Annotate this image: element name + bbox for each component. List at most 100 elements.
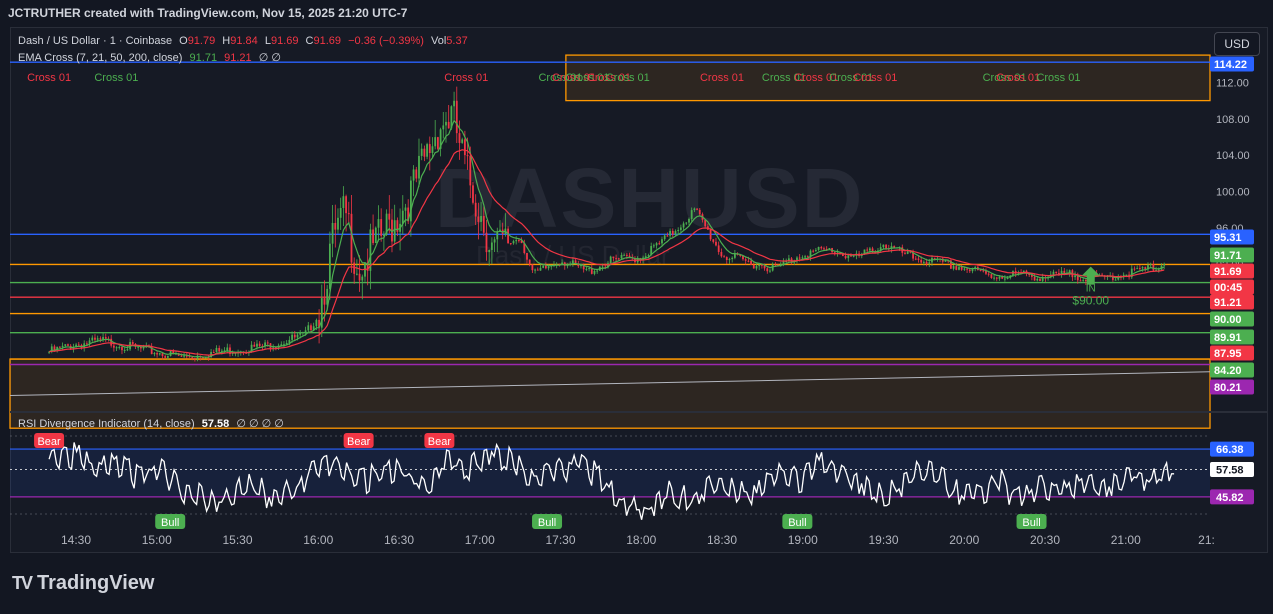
candle-body (404, 207, 407, 211)
candle-body (218, 347, 221, 352)
tradingview-logo-icon: TV (12, 573, 33, 593)
price-label: 114.22 (1214, 59, 1247, 71)
candle-body (596, 270, 599, 272)
candle-body (920, 259, 923, 263)
candle-body (131, 342, 134, 344)
candle-body (752, 264, 755, 269)
candle-body (536, 269, 539, 271)
candle-body (979, 269, 982, 271)
ema-fast-line (48, 119, 1165, 358)
candle-body (212, 352, 215, 354)
candle-body (388, 213, 391, 220)
candle-body (585, 268, 588, 270)
candle-body (866, 249, 869, 251)
candle-body (925, 261, 928, 264)
entry-price-label: $90.00 (1072, 294, 1109, 308)
ema-other-values: ∅ ∅ (258, 52, 281, 64)
candle-body (307, 325, 310, 331)
low-value: 91.69 (270, 35, 299, 47)
candle-body (112, 345, 115, 348)
candle-body (804, 256, 806, 258)
candle-body (966, 268, 968, 270)
rsi-title: RSI Divergence Indicator (14, close) (18, 418, 195, 430)
candle-body (914, 258, 917, 260)
candle-body (755, 266, 758, 269)
x-tick-label: 18:30 (707, 533, 737, 547)
rsi-value: 57.58 (201, 418, 230, 430)
candle-body (96, 338, 99, 340)
tradingview-footer: TV TradingView (12, 572, 154, 595)
candle-body (1055, 271, 1058, 273)
candle-body (1079, 280, 1082, 282)
candle-body (331, 222, 334, 244)
candle-body (420, 148, 423, 156)
cross-label: Cross 01 (996, 72, 1040, 84)
change-value: −0.36 (−0.39%) (348, 35, 424, 47)
candle-body (885, 244, 887, 249)
candle-body (85, 343, 88, 345)
candle-body (374, 227, 377, 244)
candle-body (1036, 278, 1039, 281)
candle-body (526, 253, 528, 260)
candle-body (485, 232, 488, 253)
chart-canvas[interactable]: Cross 01 Cross 01 Cross 01 Cross 01Cross 01… (0, 0, 1273, 614)
y-tick-label: 108.00 (1216, 114, 1250, 126)
candle-body (1033, 276, 1036, 281)
candle-body (164, 356, 167, 358)
candle-body (685, 222, 688, 224)
y-tick-label: 112.00 (1216, 77, 1249, 89)
candle-body (539, 267, 542, 271)
candle-body (380, 219, 383, 236)
cross-label: Cross 01 (700, 72, 744, 84)
candle-body (625, 254, 628, 256)
candle-body (434, 137, 437, 147)
candles (48, 86, 1166, 362)
candle-body (528, 259, 531, 265)
candle-body (655, 243, 658, 246)
candle-body (77, 344, 80, 346)
candle-body (1141, 267, 1144, 269)
candle-body (971, 269, 974, 272)
candle-body (690, 210, 693, 219)
currency-button[interactable]: USD (1214, 32, 1260, 56)
cross-label: Cross 01 (1036, 72, 1080, 84)
candle-body (985, 271, 987, 274)
candle-body (1074, 275, 1076, 278)
candle-body (733, 253, 736, 258)
candle-body (993, 277, 995, 279)
candle-body (509, 243, 512, 245)
candle-body (458, 133, 461, 143)
candle-body (493, 239, 496, 243)
candle-body (1138, 268, 1141, 270)
candle-body (847, 255, 850, 259)
candle-body (922, 261, 925, 263)
candle-body (482, 216, 485, 233)
open-value: 91.79 (187, 35, 216, 47)
candle-body (671, 230, 674, 235)
candle-body (337, 217, 339, 230)
candle-body (323, 298, 326, 305)
candle-body (698, 209, 701, 215)
candle-body (191, 357, 194, 359)
rsi-signal-label: Bear (428, 436, 452, 448)
candle-body (677, 229, 680, 232)
x-tick-label: 21:00 (1111, 533, 1141, 547)
candle-body (612, 256, 615, 259)
candle-body (123, 349, 126, 351)
candle-body (428, 144, 431, 154)
candle-body (301, 331, 304, 333)
candle-body (531, 264, 534, 271)
ema-legend: EMA Cross (7, 21, 50, 200, close) 91.71 … (18, 51, 285, 64)
candle-body (917, 258, 920, 260)
candle-body (94, 337, 96, 340)
candle-body (998, 276, 1001, 279)
candle-body (353, 262, 356, 274)
candle-body (291, 334, 293, 340)
candle-body (377, 219, 380, 228)
candle-body (652, 245, 655, 247)
x-tick-label: 17:30 (545, 533, 575, 547)
candle-body (814, 249, 817, 251)
candle-body (715, 241, 717, 246)
candle-body (215, 347, 218, 353)
candle-body (661, 239, 663, 244)
